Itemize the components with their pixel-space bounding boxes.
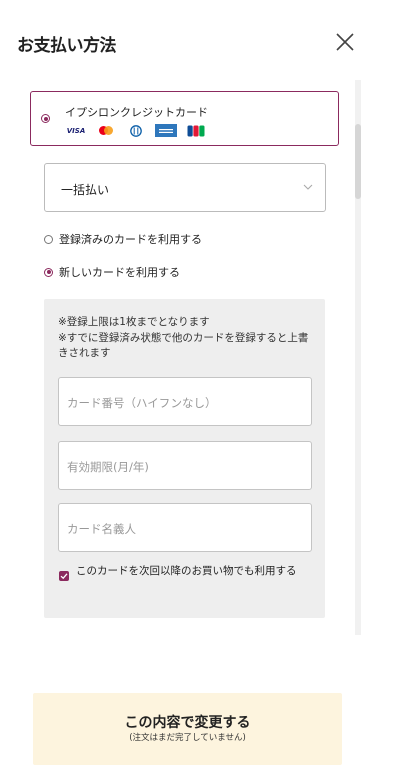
card-number-input[interactable]: カード番号（ハイフンなし） bbox=[58, 377, 312, 426]
registration-notes: ※登録上限は1枚までとなります ※すでに登録済み状態で他のカードを登録すると上書… bbox=[58, 315, 316, 362]
checkmark-icon bbox=[60, 573, 68, 580]
use-existing-card-radio[interactable] bbox=[44, 234, 53, 244]
payment-method-radio[interactable] bbox=[41, 114, 50, 123]
save-card-label: このカードを次回以降のお買い物でも利用する bbox=[76, 565, 297, 577]
new-card-form: ※登録上限は1枚までとなります ※すでに登録済み状態で他のカードを登録すると上書… bbox=[44, 299, 325, 618]
card-brand-list: VISA bbox=[65, 124, 207, 137]
scrollbar-track[interactable] bbox=[355, 80, 361, 635]
mastercard-logo-icon bbox=[95, 124, 117, 137]
cardholder-name-input[interactable]: カード名義人 bbox=[58, 503, 312, 552]
visa-logo-icon: VISA bbox=[66, 126, 86, 135]
cardholder-name-placeholder: カード名義人 bbox=[67, 522, 136, 536]
payment-method-option[interactable]: イプシロンクレジットカード VISA bbox=[30, 91, 339, 146]
note-overwrite: ※すでに登録済み状態で他のカードを登録すると上書きされます bbox=[58, 331, 309, 360]
save-card-checkbox[interactable] bbox=[59, 571, 69, 581]
close-icon bbox=[336, 33, 354, 51]
expiry-placeholder: 有効期限(月/年) bbox=[67, 460, 149, 474]
use-existing-card-label: 登録済みのカードを利用する bbox=[59, 233, 202, 246]
payment-method-label: イプシロンクレジットカード bbox=[65, 106, 208, 119]
installment-select[interactable]: 一括払い bbox=[44, 163, 326, 212]
submit-button-sublabel: (注文はまだ完了していません) bbox=[129, 733, 246, 743]
amex-logo-icon bbox=[155, 124, 177, 137]
note-limit: ※登録上限は1枚までとなります bbox=[58, 316, 210, 328]
expiry-input[interactable]: 有効期限(月/年) bbox=[58, 441, 312, 490]
page-title: お支払い方法 bbox=[17, 36, 117, 56]
card-number-placeholder: カード番号（ハイフンなし） bbox=[67, 396, 217, 410]
scrollbar-thumb[interactable] bbox=[355, 124, 361, 199]
submit-change-button[interactable]: この内容で変更する (注文はまだ完了していません) bbox=[33, 693, 342, 765]
use-new-card-option[interactable]: 新しいカードを利用する bbox=[44, 264, 180, 280]
use-new-card-label: 新しいカードを利用する bbox=[59, 266, 180, 279]
installment-selected-value: 一括払い bbox=[61, 183, 110, 197]
chevron-down-icon bbox=[303, 184, 313, 190]
diners-logo-icon bbox=[125, 124, 147, 137]
use-new-card-radio[interactable] bbox=[44, 267, 53, 277]
close-button[interactable] bbox=[333, 30, 357, 54]
use-existing-card-option[interactable]: 登録済みのカードを利用する bbox=[44, 231, 202, 247]
submit-button-label: この内容で変更する bbox=[124, 715, 251, 731]
jcb-logo-icon bbox=[185, 124, 207, 137]
